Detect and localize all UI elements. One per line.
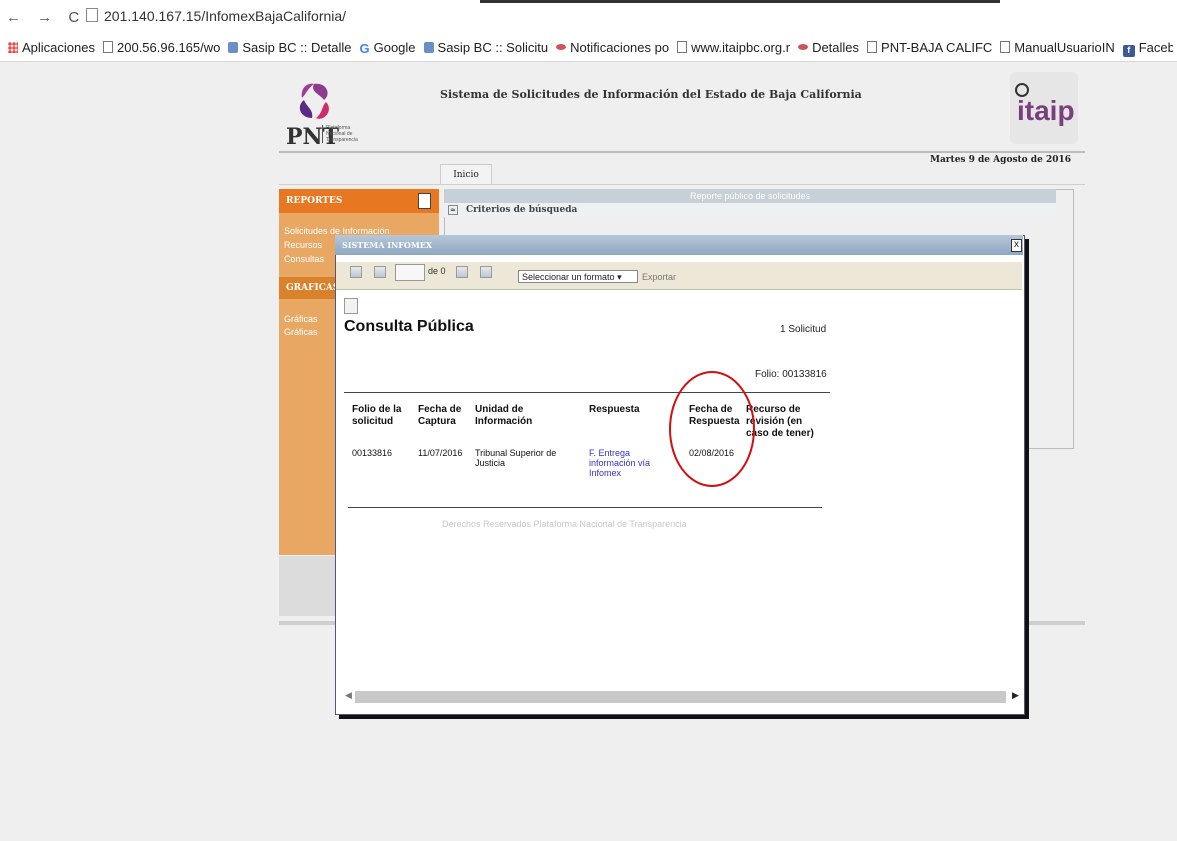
table-bottom-rule bbox=[348, 507, 822, 508]
footer-copyright: Derechos Reservados Plataforma Nacional … bbox=[442, 519, 687, 529]
sasip-icon bbox=[423, 42, 434, 53]
cell-fecha-captura: 11/07/2016 bbox=[418, 448, 463, 458]
request-count: 1 Solicitud bbox=[780, 324, 827, 335]
column-header-folio: Folio de la solicitud bbox=[352, 404, 402, 427]
scroll-right-icon[interactable]: ▶ bbox=[1012, 690, 1019, 701]
red-highlight-circle bbox=[669, 371, 755, 487]
sidebar-item[interactable]: Gráficas bbox=[284, 314, 318, 324]
header-divider bbox=[279, 151, 1085, 153]
google-icon: G bbox=[359, 41, 370, 56]
bookmark-item[interactable]: ManualUsuarioIN bbox=[1000, 40, 1115, 55]
page-number-input[interactable] bbox=[395, 264, 425, 281]
first-page-button[interactable] bbox=[350, 266, 362, 278]
bookmark-item[interactable]: Sasip BC :: Solicitu bbox=[423, 40, 549, 55]
table-top-rule bbox=[344, 392, 830, 393]
bookmark-item[interactable]: fFacebook bbox=[1122, 40, 1173, 57]
bookmark-label: Sasip BC :: Detalle bbox=[242, 40, 352, 55]
column-header-unidad: Unidad de Información bbox=[475, 404, 533, 427]
bookmark-label: www.itaipbc.org.r bbox=[691, 40, 791, 55]
modal-title: SISTEMA INFOMEX bbox=[335, 235, 1023, 255]
export-link[interactable]: Exportar bbox=[642, 272, 676, 282]
format-select[interactable]: Seleccionar un formato ▾ bbox=[518, 270, 638, 283]
last-page-button[interactable] bbox=[480, 266, 492, 278]
next-page-button[interactable] bbox=[456, 266, 468, 278]
sidebar-item[interactable]: Gráficas bbox=[284, 327, 318, 337]
bookmark-label: 200.56.96.165/wo bbox=[117, 40, 221, 55]
bookmark-item[interactable]: 200.56.96.165/wo bbox=[103, 40, 220, 55]
bookmark-item[interactable]: G Google bbox=[359, 40, 416, 56]
infomex-modal bbox=[335, 235, 1025, 715]
bookmark-item[interactable]: Sasip BC :: Detalle bbox=[228, 40, 351, 55]
itaip-icon bbox=[556, 44, 567, 50]
bookmark-item[interactable]: PNT-BAJA CALIFC bbox=[867, 40, 992, 55]
sidebar-section-reportes: REPORTES bbox=[279, 189, 439, 213]
tab-strip-line bbox=[480, 0, 1000, 3]
itaip-logo-text: itaip bbox=[1017, 95, 1075, 126]
apps-grid-icon bbox=[8, 42, 18, 53]
column-header-recurso: Recurso de revisión (en caso de tener) bbox=[746, 404, 814, 439]
bookmark-item[interactable]: www.itaipbc.org.r bbox=[677, 40, 790, 55]
page-icon bbox=[86, 8, 98, 22]
bookmark-label: Facebook bbox=[1138, 40, 1173, 55]
bookmark-label: PNT-BAJA CALIFC bbox=[881, 40, 993, 55]
facebook-icon: f bbox=[1122, 45, 1135, 57]
page-icon bbox=[1000, 41, 1011, 53]
folio-label: Folio: 00133816 bbox=[755, 369, 827, 380]
column-header-respuesta: Respuesta bbox=[589, 404, 640, 415]
sidebar-item[interactable]: Recursos bbox=[284, 240, 322, 250]
collapse-icon[interactable]: ≈ bbox=[448, 205, 458, 215]
current-date: Martes 9 de Agosto de 2016 bbox=[930, 155, 1072, 165]
content-header: Reporte público de solicitudes bbox=[444, 189, 1056, 203]
close-button[interactable]: x bbox=[1011, 239, 1022, 252]
itaip-icon bbox=[798, 44, 809, 50]
bookmark-item[interactable]: Notificaciones po bbox=[556, 40, 669, 55]
report-title: Consulta Pública bbox=[344, 318, 474, 335]
bookmark-label: Aplicaciones bbox=[22, 40, 95, 55]
cell-unidad: Tribunal Superior de Justicia bbox=[475, 448, 557, 468]
page-icon bbox=[867, 41, 878, 53]
criteria-label: Criterios de búsqueda bbox=[466, 205, 578, 215]
bookmark-label: Detalles bbox=[812, 40, 860, 55]
format-select-value: Seleccionar un formato bbox=[522, 272, 615, 282]
cell-respuesta-link[interactable]: F. Entrega información vía Infomex bbox=[589, 448, 650, 478]
bookmark-label: Google bbox=[373, 40, 416, 55]
bookmark-label: Notificaciones po bbox=[570, 40, 670, 55]
address-bar[interactable]: 201.140.167.15/InfomexBajaCalifornia/ bbox=[86, 8, 1171, 28]
bookmark-label: Sasip BC :: Solicitu bbox=[437, 40, 549, 55]
site-title: Sistema de Solicitudes de Información de… bbox=[440, 88, 862, 101]
pnt-logo-subtext: Plataforma Nacional de Transparencia bbox=[322, 125, 366, 143]
page-icon bbox=[677, 41, 688, 53]
search-criteria-toggle[interactable]: ≈ Criterios de búsqueda bbox=[444, 203, 1056, 217]
bookmark-item[interactable]: Detalles bbox=[798, 40, 859, 55]
bookmark-item[interactable]: Aplicaciones bbox=[8, 40, 95, 55]
cell-folio: 00133816 bbox=[352, 448, 393, 458]
scroll-left-icon[interactable]: ◀ bbox=[345, 690, 352, 701]
sasip-icon bbox=[228, 42, 239, 53]
column-header-fecha-captura: Fecha de Captura bbox=[418, 404, 462, 427]
tab-divider bbox=[279, 184, 1085, 185]
page-count: de 0 bbox=[428, 266, 446, 276]
document-icon[interactable] bbox=[418, 193, 431, 209]
sidebar-item[interactable]: Consultas bbox=[284, 254, 324, 264]
browser-nav-buttons[interactable]: ← → C bbox=[6, 9, 85, 26]
tab-inicio[interactable]: Inicio bbox=[440, 164, 492, 185]
horizontal-scrollbar[interactable] bbox=[355, 691, 1006, 703]
broken-image-icon bbox=[344, 298, 358, 314]
bookmark-label: ManualUsuarioIN bbox=[1014, 40, 1115, 55]
page-icon bbox=[103, 41, 113, 53]
url-text[interactable]: 201.140.167.15/InfomexBajaCalifornia/ bbox=[104, 8, 346, 24]
bookmarks-bar: Aplicaciones 200.56.96.165/wo Sasip BC :: … bbox=[8, 40, 1173, 58]
previous-page-button[interactable] bbox=[374, 266, 386, 278]
